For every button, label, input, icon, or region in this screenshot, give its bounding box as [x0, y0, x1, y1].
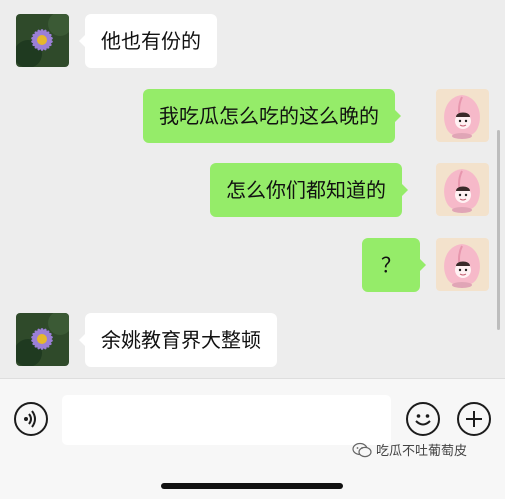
peach-avatar[interactable]: [436, 89, 489, 142]
message-bubble[interactable]: 怎么你们都知道的: [210, 163, 408, 217]
emoji-icon[interactable]: [406, 402, 440, 436]
scrollbar[interactable]: [497, 130, 500, 330]
peach-avatar[interactable]: [436, 238, 489, 291]
flower-avatar[interactable]: [16, 313, 69, 366]
home-indicator[interactable]: [161, 483, 343, 489]
watermark: 吃瓜不吐葡萄皮: [352, 440, 467, 459]
flower-avatar[interactable]: [16, 14, 69, 67]
message-bubble[interactable]: ？: [362, 238, 426, 292]
input-bar: [0, 378, 505, 499]
watermark-text: 吃瓜不吐葡萄皮: [376, 444, 468, 459]
message-bubble[interactable]: 我吃瓜怎么吃的这么晚的: [143, 89, 401, 143]
voice-icon[interactable]: [14, 402, 48, 436]
plus-icon[interactable]: [457, 402, 491, 436]
message-bubble[interactable]: 余姚教育界大整顿: [79, 313, 277, 367]
peach-avatar[interactable]: [436, 163, 489, 216]
message-bubble[interactable]: 他也有份的: [79, 14, 217, 68]
wechat-icon: [352, 442, 372, 457]
chat-area[interactable]: 他也有份的 我吃瓜怎么吃的这么晚的 怎么你们都知道的 ？ 余姚教育界大整顿: [0, 0, 505, 378]
message-input[interactable]: [62, 395, 391, 445]
